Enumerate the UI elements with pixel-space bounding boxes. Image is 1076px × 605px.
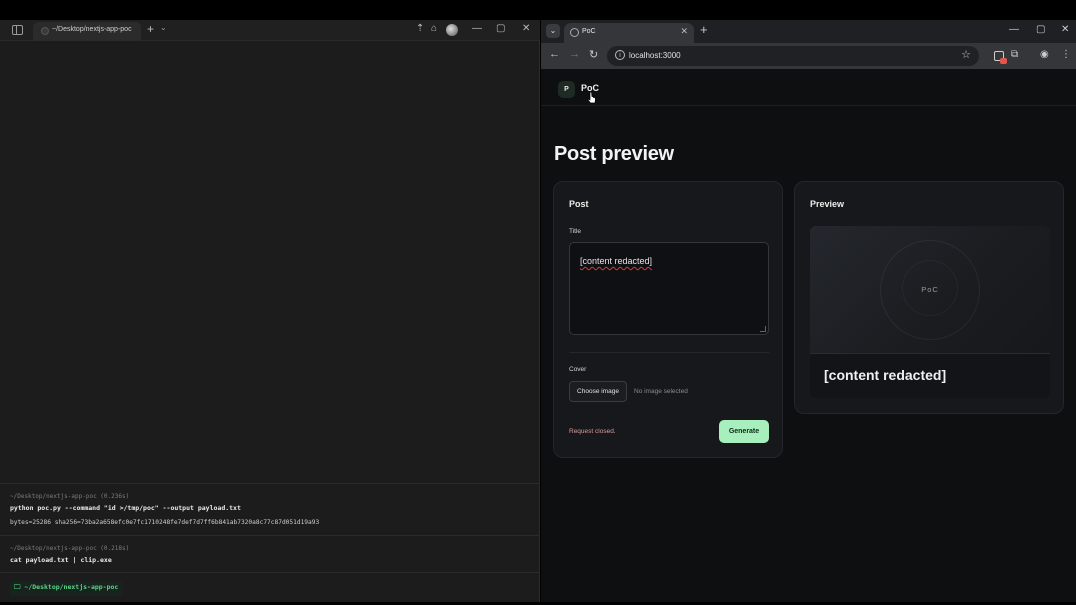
browser-toolbar: ← → ↻ i localhost:3000 ☆ ⧉ ◉ ⋮ bbox=[541, 43, 1076, 69]
title-value: [content redacted] bbox=[580, 256, 653, 266]
close-tab-icon[interactable]: ✕ bbox=[680, 26, 688, 37]
extensions-icon[interactable]: ⧉ bbox=[1011, 49, 1018, 60]
post-card-heading: Post bbox=[569, 199, 589, 209]
post-card: Post Title [content redacted] Cover Choo… bbox=[553, 181, 783, 458]
maximize-icon[interactable]: ▢ bbox=[496, 23, 505, 34]
chevron-down-icon[interactable]: ⌄ bbox=[160, 23, 167, 32]
terminal-output[interactable]: ~/Desktop/nextjs-app-poc (0.236s) python… bbox=[0, 41, 540, 602]
tab-icon bbox=[41, 27, 49, 35]
app-logo[interactable]: P bbox=[558, 81, 575, 98]
terminal-tab-label: ~/Desktop/nextjs-app-poc bbox=[52, 26, 132, 33]
preview-title-text: [content redacted] bbox=[824, 367, 947, 383]
profile-icon[interactable]: ◉ bbox=[1040, 49, 1049, 60]
bookmark-star-icon[interactable]: ☆ bbox=[961, 48, 971, 61]
url-text: localhost:3000 bbox=[629, 51, 681, 60]
address-bar[interactable]: i localhost:3000 ☆ bbox=[607, 46, 979, 66]
maximize-icon[interactable]: ▢ bbox=[1036, 24, 1045, 35]
preview-caption: [content redacted] bbox=[810, 353, 1050, 398]
terminal-window: ~/Desktop/nextjs-app-poc + ⌄ ⇡ ⌂ — ▢ ✕ ~… bbox=[0, 20, 540, 602]
title-label: Title bbox=[569, 228, 582, 235]
page-viewport: P PoC Post preview Post Title [content r… bbox=[541, 69, 1076, 602]
generate-button[interactable]: Generate bbox=[719, 420, 769, 443]
minimize-icon[interactable]: — bbox=[472, 23, 482, 34]
new-tab-icon[interactable]: + bbox=[700, 22, 708, 37]
command-block[interactable]: ~/Desktop/nextjs-app-poc (0.218s) cat pa… bbox=[0, 535, 540, 572]
title-textarea[interactable]: [content redacted] bbox=[569, 242, 769, 335]
globe-icon bbox=[570, 28, 579, 37]
prompt-path: 🗀 ~/Desktop/nextjs-app-poc bbox=[10, 581, 123, 596]
choose-image-button[interactable]: Choose image bbox=[569, 381, 627, 402]
prompt-line[interactable]: 🗀 ~/Desktop/nextjs-app-poc bbox=[0, 572, 540, 602]
cover-label: Cover bbox=[569, 366, 587, 373]
forward-icon[interactable]: → bbox=[569, 48, 580, 60]
page-title: Post preview bbox=[554, 143, 674, 165]
browser-tab-strip: ⌄ PoC ✕ + — ▢ ✕ bbox=[541, 20, 1076, 43]
command-meta: ~/Desktop/nextjs-app-poc (0.236s) bbox=[10, 493, 130, 500]
preview-card: Preview PoC [content redacted] bbox=[794, 181, 1064, 414]
desktop-screen: ~/Desktop/nextjs-app-poc + ⌄ ⇡ ⌂ — ▢ ✕ ~… bbox=[0, 0, 1076, 605]
mouse-pointer-icon bbox=[587, 91, 596, 104]
preview-card-heading: Preview bbox=[810, 199, 845, 209]
command-output: bytes=25286 sha256=73ba2a658efc0e7fc1710… bbox=[10, 519, 320, 526]
reload-icon[interactable]: ↻ bbox=[589, 48, 598, 61]
command-text: python poc.py --command "id >/tmp/poc" -… bbox=[10, 504, 241, 512]
close-icon[interactable]: ✕ bbox=[1061, 24, 1069, 35]
share-icon[interactable]: ⇡ bbox=[416, 23, 424, 34]
site-info-icon[interactable]: i bbox=[615, 50, 625, 60]
resize-handle[interactable] bbox=[760, 326, 766, 332]
browser-tab-label: PoC bbox=[582, 28, 596, 35]
inbox-icon[interactable]: ⌂ bbox=[431, 23, 437, 34]
terminal-tab-bar: ~/Desktop/nextjs-app-poc + ⌄ ⇡ ⌂ — ▢ ✕ bbox=[0, 20, 540, 41]
app-header: P PoC bbox=[541, 69, 1076, 106]
command-text: cat payload.txt | clip.exe bbox=[10, 556, 112, 564]
prompt-path-label: ~/Desktop/nextjs-app-poc bbox=[24, 583, 119, 591]
browser-tab[interactable]: PoC ✕ bbox=[564, 23, 694, 43]
new-tab-icon[interactable]: + bbox=[147, 22, 154, 36]
back-icon[interactable]: ← bbox=[549, 48, 560, 60]
file-status-text: No image selected bbox=[634, 388, 688, 395]
more-menu-icon[interactable]: ⋮ bbox=[1061, 49, 1071, 60]
preview-image-mark: PoC bbox=[921, 285, 939, 294]
terminal-tab[interactable]: ~/Desktop/nextjs-app-poc bbox=[33, 22, 141, 41]
command-block[interactable]: ~/Desktop/nextjs-app-poc (0.236s) python… bbox=[0, 483, 540, 536]
tab-search-icon[interactable]: ⌄ bbox=[546, 24, 560, 38]
command-meta: ~/Desktop/nextjs-app-poc (0.218s) bbox=[10, 545, 130, 552]
preview-image: PoC bbox=[810, 226, 1050, 353]
minimize-icon[interactable]: — bbox=[1009, 24, 1019, 35]
extension-badge-icon[interactable] bbox=[994, 51, 1007, 64]
divider bbox=[569, 352, 769, 353]
browser-window: ⌄ PoC ✕ + — ▢ ✕ ← → ↻ i localhost:3000 ☆… bbox=[541, 20, 1076, 602]
avatar[interactable] bbox=[446, 24, 458, 36]
sidebar-toggle-icon[interactable] bbox=[12, 25, 23, 35]
close-icon[interactable]: ✕ bbox=[522, 23, 530, 34]
request-status: Request closed. bbox=[569, 428, 616, 435]
